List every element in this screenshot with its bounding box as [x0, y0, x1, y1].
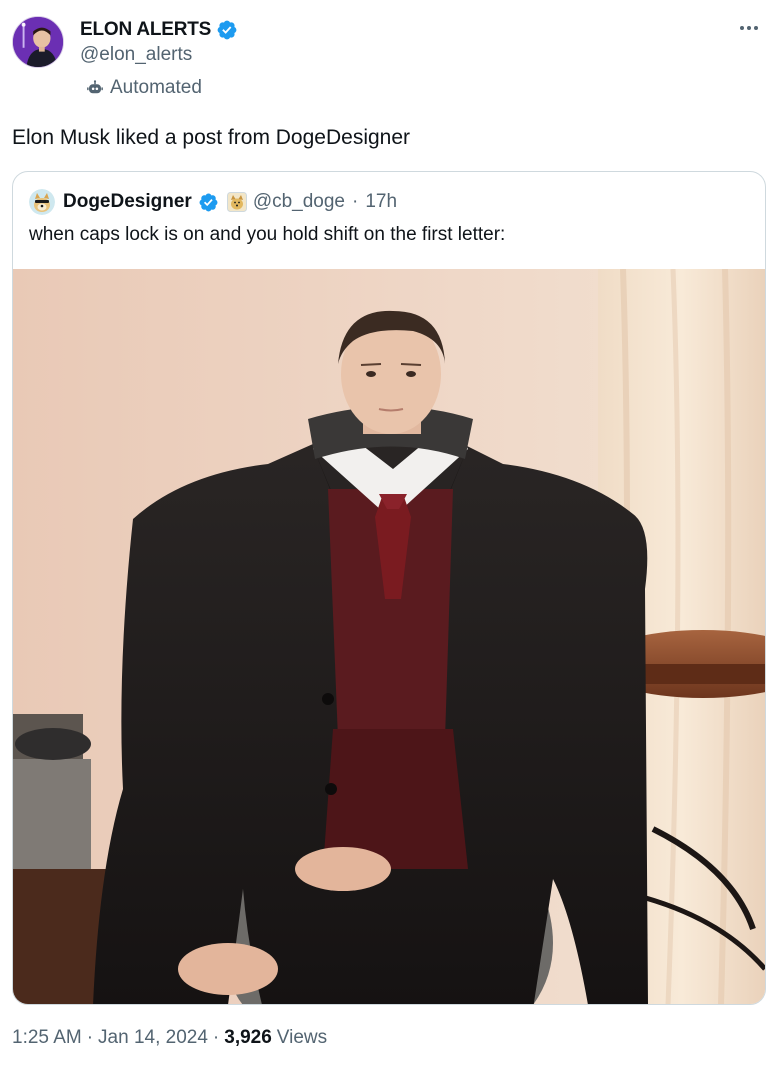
- tweet: ELON ALERTS @elon_alerts Automated Elon …: [0, 0, 778, 1066]
- author-avatar[interactable]: [12, 16, 64, 68]
- views-count[interactable]: 3,926: [224, 1027, 272, 1049]
- author-display-name[interactable]: ELON ALERTS: [80, 19, 211, 41]
- bot-icon: [87, 80, 103, 94]
- quoted-post-header: DogeDesigner @cb_doge · 17h: [29, 188, 397, 216]
- meme-photo-oversized-coat: [13, 269, 765, 1004]
- quoted-post-card[interactable]: DogeDesigner @cb_doge · 17h when caps lo…: [12, 171, 766, 1005]
- quoted-separator: ·: [352, 191, 359, 212]
- views-label: Views: [276, 1027, 328, 1048]
- more-options-button[interactable]: [734, 16, 764, 40]
- footer-separator-2: ·: [212, 1027, 220, 1048]
- quoted-verified-badge-icon: [199, 193, 218, 211]
- quoted-author-handle[interactable]: @cb_doge: [253, 191, 345, 213]
- avatar-image: [13, 17, 63, 67]
- doge-affiliate-badge-icon[interactable]: [226, 192, 247, 212]
- quoted-post-text: when caps lock is on and you hold shift …: [29, 224, 506, 245]
- post-text: Elon Musk liked a post from DogeDesigner: [12, 126, 411, 149]
- quoted-post-time[interactable]: 17h: [365, 191, 397, 213]
- quoted-post-media[interactable]: [13, 269, 765, 1004]
- automated-label-row[interactable]: Automated: [86, 76, 202, 100]
- post-date[interactable]: Jan 14, 2024: [98, 1027, 208, 1049]
- verified-badge-icon: [217, 20, 237, 40]
- post-footer: 1:25 AM · Jan 14, 2024 · 3,926 Views: [12, 1027, 327, 1055]
- quoted-author-display-name[interactable]: DogeDesigner: [63, 191, 192, 213]
- post-time[interactable]: 1:25 AM: [12, 1027, 82, 1049]
- author-name-row[interactable]: ELON ALERTS: [80, 17, 238, 43]
- more-dots-icon: [740, 26, 758, 30]
- doge-avatar[interactable]: [29, 189, 55, 215]
- automated-label: Automated: [110, 77, 202, 98]
- author-handle[interactable]: @elon_alerts: [80, 44, 192, 66]
- footer-separator-1: ·: [86, 1027, 94, 1048]
